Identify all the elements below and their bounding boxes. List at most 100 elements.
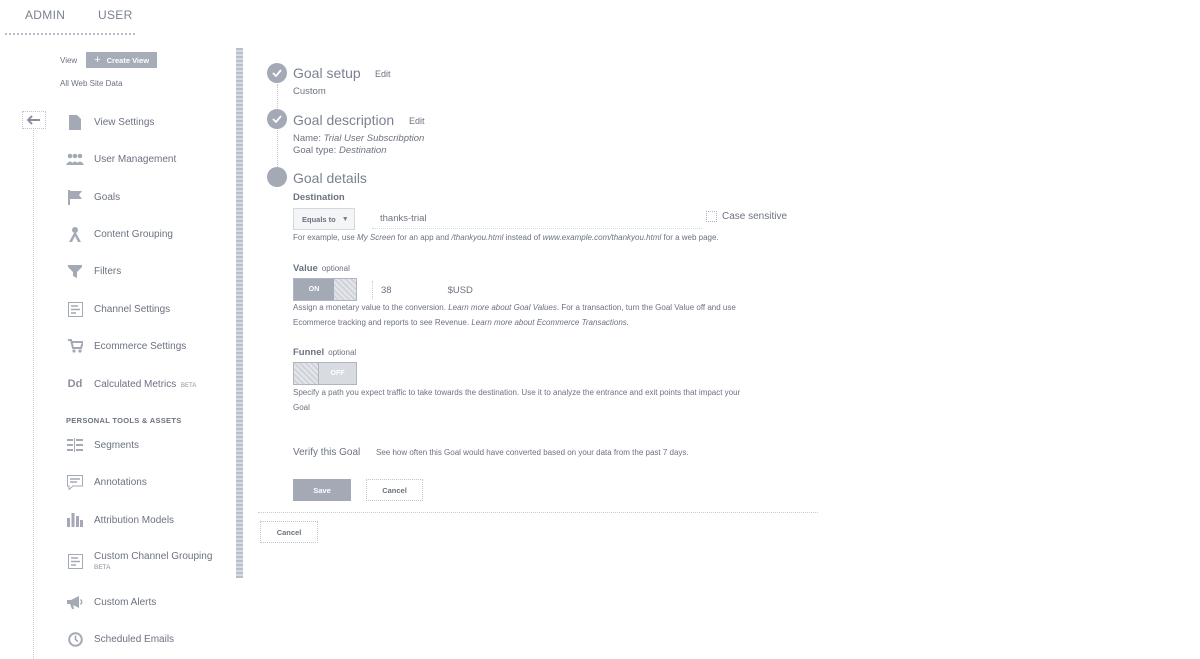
beta-badge: BETA — [181, 382, 197, 389]
step-complete-icon — [267, 63, 287, 83]
clock-icon — [66, 630, 84, 648]
sidebar-guide-line — [33, 130, 34, 659]
annotations-icon — [66, 473, 84, 491]
case-sensitive-label: Case sensitive — [722, 211, 788, 222]
sidebar-item-custom-alerts[interactable]: Custom Alerts — [66, 591, 156, 613]
top-nav: ADMIN USER — [0, 0, 240, 36]
calculated-metrics-icon: Dd — [66, 375, 84, 393]
step-connector — [277, 84, 278, 110]
megaphone-icon — [66, 593, 84, 611]
content-grouping-icon — [66, 225, 84, 243]
sidebar-item-segments[interactable]: Segments — [66, 434, 139, 456]
funnel-label: Funnel optional — [293, 347, 357, 358]
value-toggle[interactable]: ON — [293, 278, 357, 301]
goal-setup-title: Goal setup — [293, 65, 361, 81]
view-name: All Web Site Data — [60, 79, 123, 88]
step-complete-icon — [267, 109, 287, 129]
sidebar-item-label: View Settings — [94, 116, 155, 128]
save-button[interactable]: Save — [293, 479, 351, 501]
create-view-label: Create View — [106, 55, 150, 65]
active-tab-indicator — [5, 32, 135, 35]
sidebar-item-view-settings[interactable]: View Settings — [66, 111, 154, 133]
case-sensitive-checkbox[interactable] — [706, 211, 717, 222]
funnel-toggle-state: OFF — [319, 363, 356, 384]
sidebar-item-label: Attribution Models — [94, 514, 175, 526]
destination-input[interactable] — [372, 209, 702, 229]
cancel-outer-button[interactable]: Cancel — [260, 521, 318, 543]
panel-resize-handle[interactable] — [236, 48, 243, 578]
back-button[interactable] — [22, 111, 46, 129]
form-divider — [258, 512, 818, 513]
cart-icon — [66, 337, 84, 355]
create-view-button[interactable]: + Create View — [86, 52, 158, 68]
sidebar-item-scheduled-emails[interactable]: Scheduled Emails — [66, 628, 174, 650]
sidebar-item-label: User Management — [94, 153, 177, 165]
goal-name-value: Trial User Subscribption — [323, 133, 425, 144]
destination-helper-text: For example, use My Screen for an app an… — [293, 233, 719, 242]
goal-description-title: Goal description — [293, 112, 395, 128]
sidebar-item-user-management[interactable]: User Management — [66, 148, 176, 170]
sidebar-item-label: Content Grouping — [94, 228, 173, 240]
toggle-grip — [334, 279, 356, 300]
goal-details-title: Goal details — [293, 170, 367, 186]
sidebar-item-label: Custom Alerts — [94, 596, 157, 608]
sidebar-item-channel-settings[interactable]: Channel Settings — [66, 298, 170, 320]
goal-setup-edit-link[interactable]: Edit — [375, 69, 391, 79]
sidebar-item-label: Segments — [94, 439, 140, 451]
sidebar-item-text: Custom Channel Grouping — [94, 551, 213, 562]
sidebar-item-label: Scheduled Emails — [94, 633, 175, 645]
match-type-dropdown[interactable]: Equals to ▼ — [293, 208, 355, 230]
sidebar-item-text: Calculated Metrics — [94, 378, 177, 390]
sidebar-item-label: Annotations — [94, 476, 147, 488]
toggle-grip — [294, 363, 319, 384]
goal-type-value: Destination — [338, 145, 387, 156]
value-helper-text: Assign a monetary value to the conversio… — [293, 303, 736, 327]
verify-goal-link[interactable]: Verify this Goal — [293, 447, 360, 458]
goal-type-line: Goal type: Destination — [293, 145, 386, 156]
segments-icon — [66, 436, 84, 454]
filter-icon — [66, 262, 84, 280]
sidebar-item-annotations[interactable]: Annotations — [66, 471, 147, 493]
funnel-helper-text: Specify a path you expect traffic to tak… — [293, 388, 741, 412]
goal-value-amount: 38 — [381, 284, 392, 296]
tab-admin[interactable]: ADMIN — [25, 8, 65, 22]
goal-values-link[interactable]: Learn more about Goal Values — [448, 303, 557, 312]
goal-value-input[interactable]: 38 $USD — [372, 281, 512, 299]
cancel-button[interactable]: Cancel — [366, 479, 423, 501]
sidebar-item-custom-channel-grouping[interactable]: Custom Channel Grouping BETA — [66, 546, 212, 576]
funnel-toggle[interactable]: OFF — [293, 362, 357, 385]
chevron-down-icon: ▼ — [341, 215, 349, 223]
destination-label: Destination — [293, 192, 345, 203]
sidebar-item-label: Channel Settings — [94, 303, 171, 315]
match-type-value: Equals to — [302, 214, 336, 224]
tab-user[interactable]: USER — [98, 8, 133, 22]
plus-icon: + — [94, 54, 101, 66]
goal-name-line: Name: Trial User Subscribption — [293, 133, 424, 144]
section-title: PERSONAL TOOLS & ASSETS — [66, 416, 182, 425]
goal-value-currency: $USD — [447, 284, 473, 296]
sidebar-item-label: Custom Channel Grouping BETA — [94, 551, 212, 571]
channel-grouping-icon — [66, 552, 84, 570]
sidebar-item-label: Filters — [94, 265, 122, 277]
sidebar-item-attribution-models[interactable]: Attribution Models — [66, 509, 174, 531]
sidebar-item-content-grouping[interactable]: Content Grouping — [66, 223, 173, 245]
users-icon — [66, 150, 84, 168]
sidebar-item-calculated-metrics[interactable]: Dd Calculated Metrics BETA — [66, 373, 197, 395]
value-optional-label: optional — [321, 264, 350, 273]
sidebar-item-label: Ecommerce Settings — [94, 340, 187, 352]
channel-icon — [66, 300, 84, 318]
goal-setup-value: Custom — [293, 86, 326, 97]
funnel-optional-label: optional — [328, 348, 357, 357]
beta-badge: BETA — [94, 564, 111, 571]
step-connector — [277, 130, 278, 167]
sidebar-item-label: Calculated Metrics BETA — [94, 379, 196, 390]
sidebar-item-filters[interactable]: Filters — [66, 260, 121, 282]
back-arrow-icon — [27, 115, 40, 125]
calculated-metrics-icon-text: Dd — [67, 378, 83, 390]
sidebar-item-ecommerce-settings[interactable]: Ecommerce Settings — [66, 335, 186, 357]
ecommerce-transactions-link[interactable]: Learn more about Ecommerce Transactions. — [471, 318, 629, 327]
goal-description-edit-link[interactable]: Edit — [409, 116, 425, 126]
sidebar-item-goals[interactable]: Goals — [66, 186, 120, 208]
sidebar-item-label: Goals — [94, 191, 121, 203]
document-icon — [66, 113, 84, 131]
